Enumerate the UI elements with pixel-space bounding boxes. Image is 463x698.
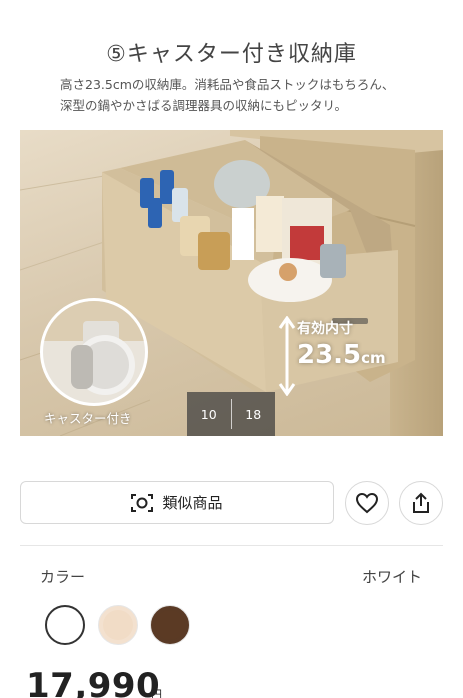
price-amount: 17,990 [26,666,161,698]
inner-height-label: 有効内寸 23.5cm [297,318,386,370]
swatch-fill [103,610,133,640]
pager-total: 18 [245,406,262,422]
color-swatch-brown[interactable] [150,605,190,645]
inner-height-caption: 有効内寸 [297,321,353,337]
favorite-button[interactable] [345,481,389,525]
caster-label: キャスター付き [44,411,132,426]
price-currency: 円 [151,688,162,698]
pager-current: 10 [200,406,217,422]
share-button[interactable] [399,481,443,525]
inner-height-value: 23.5cm [297,340,386,370]
section-divider [20,545,443,546]
caster-detail-inset [40,298,148,406]
image-pager: 10 18 [187,392,275,436]
color-swatch-natural[interactable] [98,605,138,645]
inner-height-unit: cm [361,349,386,367]
heart-icon [355,492,379,514]
share-icon [413,492,429,513]
description-line-1: 高さ23.5cmの収納庫。消耗品や食品ストックはもちろん、 [60,77,395,92]
swatch-fill [155,610,185,640]
height-arrow [278,316,296,396]
product-photo[interactable]: キャスター付き 有効内寸 23.5cm [20,130,443,436]
color-swatch-white[interactable] [45,605,85,645]
description-line-2: 深型の鍋やかさばる調理器具の収納にもピッタリ。 [60,98,348,113]
selected-color-value: ホワイト [361,568,422,586]
image-description: 高さ23.5cmの収納庫。消耗品や食品ストックはもちろん、 深型の鍋やかさばる調… [60,74,440,116]
camera-search-icon [131,493,154,513]
image-heading: ⑤キャスター付き収納庫 [106,42,357,67]
inner-height-number: 23.5 [297,340,362,370]
color-label: カラー [40,568,86,586]
product-image-area: ⑤キャスター付き収納庫 高さ23.5cmの収納庫。消耗品や食品ストックはもちろん… [0,0,463,452]
similar-products-label: 類似商品 [162,494,223,512]
similar-products-button[interactable]: 類似商品 [20,481,334,524]
